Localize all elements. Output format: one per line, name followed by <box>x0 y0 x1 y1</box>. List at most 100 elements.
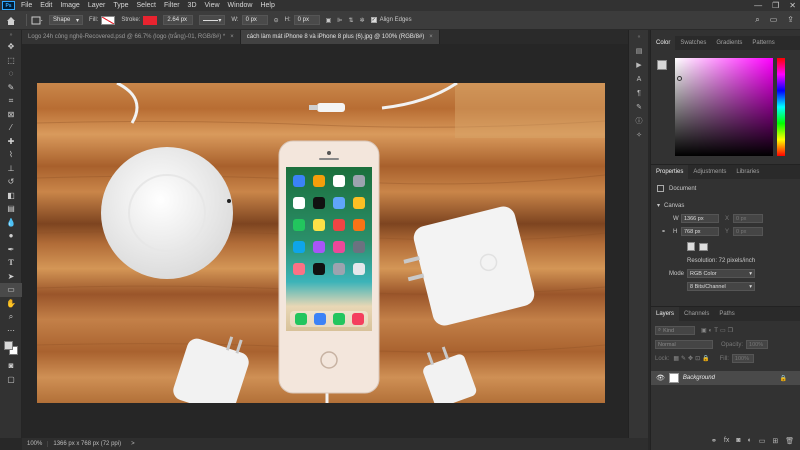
menu-image[interactable]: Image <box>56 0 83 11</box>
link-dimensions-icon[interactable]: ⚭ <box>661 228 673 235</box>
tab-iphone-document[interactable]: cách làm mát iPhone 8 và iPhone 8 plus (… <box>240 30 440 44</box>
glyphs-panel-icon[interactable]: ✧ <box>629 128 649 142</box>
adjustment-layer-icon[interactable]: ◐ <box>748 437 752 445</box>
layer-row-background[interactable]: 👁 Background 🔒 <box>651 371 800 385</box>
status-menu-arrow[interactable]: > <box>126 441 140 447</box>
tab-properties[interactable]: Properties <box>651 165 689 179</box>
stroke-width-field[interactable]: 2.64 px <box>163 15 194 25</box>
menu-layer[interactable]: Layer <box>84 0 110 11</box>
bit-depth-select[interactable]: 8 Bits/Channel ▾ <box>687 282 755 291</box>
trash-icon[interactable]: 🗑 <box>785 437 794 445</box>
screen-mode-icon[interactable]: ▢ <box>0 373 22 387</box>
rectangle-tool-icon[interactable]: ▭ <box>0 283 22 297</box>
blur-tool-icon[interactable]: 💧 <box>0 216 22 230</box>
eraser-tool-icon[interactable]: ◧ <box>0 189 22 203</box>
height-field[interactable]: 0 px <box>293 15 320 25</box>
paragraph-panel-icon[interactable]: ¶ <box>629 86 649 100</box>
add-mask-icon[interactable]: ◙ <box>736 437 740 445</box>
eyedropper-tool-icon[interactable]: ⁄ <box>0 121 22 135</box>
stroke-type-select[interactable]: ▾ <box>199 15 226 25</box>
tab-gradients[interactable]: Gradients <box>711 36 747 50</box>
mode-select[interactable]: RGB Color ▾ <box>687 269 755 278</box>
gradient-tool-icon[interactable]: ▤ <box>0 202 22 216</box>
close-icon[interactable]: × <box>230 34 234 40</box>
brush-tool-icon[interactable]: ⌇ <box>0 148 22 162</box>
menu-select[interactable]: Select <box>133 0 160 11</box>
minimize-icon[interactable]: — <box>754 0 762 11</box>
stroke-control[interactable]: Stroke: <box>121 15 158 25</box>
align-edges-checkbox[interactable]: ✓ <box>370 17 377 23</box>
canvas-section-header[interactable]: ▾ Canvas <box>651 200 800 211</box>
tab-swatches[interactable]: Swatches <box>675 36 711 50</box>
clone-stamp-tool-icon[interactable]: ⊥ <box>0 162 22 176</box>
fx-icon[interactable]: fx <box>724 437 729 445</box>
portrait-orientation-icon[interactable] <box>687 242 695 251</box>
tab-channels[interactable]: Channels <box>679 307 714 321</box>
quick-mask-icon[interactable]: ◙ <box>0 359 22 373</box>
close-window-icon[interactable]: ✕ <box>789 0 796 11</box>
pen-tool-icon[interactable]: ✒ <box>0 243 22 257</box>
zoom-tool-icon[interactable]: ⌕ <box>0 310 22 324</box>
close-icon[interactable]: × <box>429 34 433 40</box>
tab-logo-document[interactable]: Logo 24h công nghệ-Recovered.psd @ 66.7%… <box>22 30 241 44</box>
dodge-tool-icon[interactable]: ● <box>0 229 22 243</box>
fill-swatch[interactable] <box>101 15 116 25</box>
gear-icon[interactable]: ✲ <box>360 17 365 24</box>
stroke-swatch[interactable] <box>143 15 158 25</box>
workspace-icon[interactable]: ▭ <box>770 15 778 25</box>
color-picker-field[interactable] <box>675 58 773 156</box>
opacity-field[interactable]: 100% <box>746 340 769 349</box>
path-alignment-icon[interactable]: ⊫ <box>337 17 342 24</box>
menu-filter[interactable]: Filter <box>160 0 184 11</box>
canvas-width-field[interactable]: 1366 px <box>681 214 719 223</box>
brushes-panel-icon[interactable]: ✎ <box>629 100 649 114</box>
fill-field[interactable]: 100% <box>731 354 754 363</box>
menu-window[interactable]: Window <box>224 0 257 11</box>
move-tool-icon[interactable]: ✥ <box>0 40 22 54</box>
canvas-height-field[interactable]: 768 px <box>681 227 719 236</box>
shape-tool-preset-icon[interactable] <box>31 16 43 25</box>
character-panel-icon[interactable]: A <box>629 72 649 86</box>
menu-edit[interactable]: Edit <box>36 0 56 11</box>
landscape-orientation-icon[interactable] <box>699 242 708 251</box>
menu-3d[interactable]: 3D <box>184 0 201 11</box>
maximize-icon[interactable]: ❐ <box>772 0 779 11</box>
marquee-tool-icon[interactable]: ⬚ <box>0 54 22 68</box>
history-brush-tool-icon[interactable]: ↺ <box>0 175 22 189</box>
layer-name[interactable]: Background <box>683 375 715 381</box>
foreground-color-chip[interactable] <box>657 60 667 70</box>
search-icon[interactable]: ⌕ <box>755 15 759 25</box>
canvas-area[interactable] <box>22 44 648 438</box>
home-icon[interactable] <box>6 16 16 25</box>
tool-mode-select[interactable]: Shape ▾ <box>49 15 83 25</box>
blend-mode-select[interactable]: Normal <box>655 340 713 349</box>
tab-libraries[interactable]: Libraries <box>731 165 764 179</box>
color-swatches[interactable] <box>0 337 22 359</box>
width-field[interactable]: 0 px <box>241 15 268 25</box>
frame-tool-icon[interactable]: ⊠ <box>0 108 22 122</box>
actions-panel-icon[interactable]: ▶ <box>629 58 649 72</box>
align-edges-control[interactable]: ✓ Align Edges <box>370 17 412 23</box>
menu-file[interactable]: File <box>17 0 36 11</box>
fill-control[interactable]: Fill: <box>89 15 116 25</box>
tab-paths[interactable]: Paths <box>714 307 739 321</box>
new-layer-icon[interactable]: ⊞ <box>772 437 778 445</box>
color-picker-handle[interactable] <box>677 76 682 81</box>
path-arrangement-icon[interactable]: ⇅ <box>349 17 354 24</box>
type-tool-icon[interactable]: T <box>0 256 22 270</box>
crop-tool-icon[interactable]: ⌗ <box>0 94 22 108</box>
history-panel-icon[interactable]: ▤ <box>629 44 649 58</box>
foreground-color-swatch[interactable] <box>4 341 13 350</box>
tab-color[interactable]: Color <box>651 36 676 50</box>
spot-healing-tool-icon[interactable]: ✚ <box>0 135 22 149</box>
zoom-level[interactable]: 100% <box>22 441 49 447</box>
photoshop-logo-icon[interactable]: Ps <box>2 1 15 10</box>
tab-layers[interactable]: Layers <box>651 307 680 321</box>
menu-type[interactable]: Type <box>109 0 132 11</box>
layer-kind-select[interactable]: ⌕ Kind <box>655 326 695 335</box>
path-selection-tool-icon[interactable]: ➤ <box>0 270 22 284</box>
layer-filter-icons[interactable]: ▣◐T▭❐ <box>701 327 735 334</box>
hand-tool-icon[interactable]: ✋ <box>0 297 22 311</box>
tab-patterns[interactable]: Patterns <box>747 36 779 50</box>
hue-slider[interactable] <box>777 58 785 156</box>
